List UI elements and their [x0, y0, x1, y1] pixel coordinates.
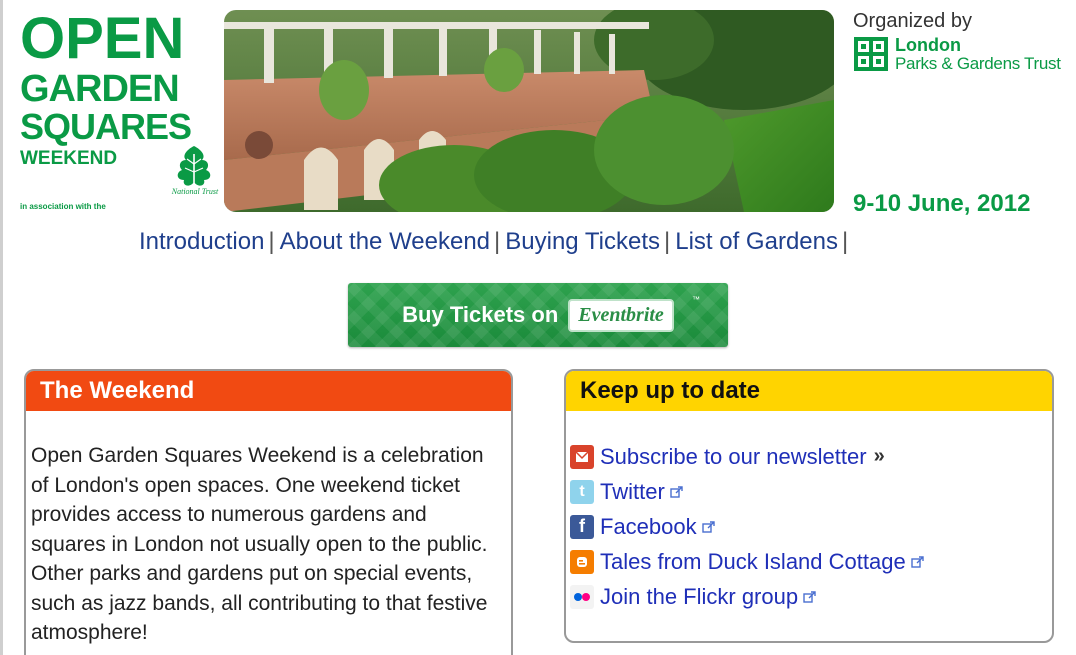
flickr-link[interactable]: Join the Flickr group [600, 584, 798, 610]
association-text: in association with the [20, 202, 106, 211]
nav-separator: | [841, 228, 849, 255]
twitter-icon: t [570, 479, 594, 504]
nav-separator: | [268, 228, 275, 255]
buy-tickets-button[interactable]: Buy Tickets on Eventbrite ™ [348, 283, 728, 347]
weekend-panel-body: Open Garden Squares Weekend is a celebra… [31, 444, 488, 644]
main-nav: Introduction | About the Weekend | Buying Ti… [139, 228, 853, 256]
nav-separator: | [664, 228, 671, 255]
trademark-mark: ™ [692, 295, 700, 304]
list-item: Join the Flickr group [570, 579, 1052, 614]
twitter-link[interactable]: Twitter [600, 479, 665, 505]
list-item: Subscribe to our newsletter » [570, 439, 1052, 474]
eventbrite-logo: Eventbrite [568, 298, 674, 332]
nav-separator: | [494, 228, 501, 255]
keep-up-to-date-panel: Keep up to date Subscribe to our newslet… [564, 369, 1054, 643]
weekend-panel-title: The Weekend [26, 371, 511, 411]
external-link-icon [911, 555, 924, 568]
nav-list-gardens[interactable]: List of Gardens [675, 228, 838, 255]
social-links-list: Subscribe to our newsletter » t Twitter … [566, 411, 1052, 614]
buy-tickets-label: Buy Tickets on [402, 302, 559, 327]
keep-panel-title: Keep up to date [566, 371, 1052, 411]
external-link-icon [701, 520, 715, 533]
organized-by-label: Organized by [853, 10, 972, 32]
nav-about-weekend[interactable]: About the Weekend [280, 228, 490, 255]
list-item: f Facebook [570, 509, 1052, 544]
event-date: 9-10 June, 2012 [853, 190, 1031, 217]
facebook-link[interactable]: Facebook [600, 514, 697, 540]
facebook-icon: f [570, 514, 594, 539]
blogger-icon [570, 549, 594, 574]
weekend-panel: The Weekend Open Garden Squares Weekend … [24, 369, 513, 655]
nav-buying-tickets[interactable]: Buying Tickets [505, 228, 660, 255]
more-arrow: » [873, 445, 885, 467]
organizer-name-line2: Parks & Gardens Trust [895, 53, 1061, 73]
page-left-border [0, 0, 3, 655]
organizer-logo[interactable]: London Parks & Gardens Trust [853, 36, 1061, 73]
logo-squares-text: SQUARES [20, 106, 192, 147]
list-item: t Twitter [570, 474, 1052, 509]
logo-open-text: OPEN [20, 6, 185, 71]
national-trust-label: National Trust [171, 187, 219, 196]
external-link-icon [670, 485, 683, 498]
logo-garden-text: GARDEN [20, 68, 180, 110]
newsletter-icon [570, 444, 594, 469]
nav-introduction[interactable]: Introduction [139, 228, 264, 255]
list-item: Tales from Duck Island Cottage [570, 544, 1052, 579]
blog-link[interactable]: Tales from Duck Island Cottage [600, 549, 906, 575]
london-parks-gardens-trust-icon [854, 37, 888, 71]
organizer-name-line1: London [895, 35, 961, 55]
flickr-icon [570, 584, 594, 609]
external-link-icon [803, 590, 816, 603]
site-logo[interactable]: OPEN GARDEN SQUARES WEEKEND in associati… [20, 10, 225, 215]
newsletter-link[interactable]: Subscribe to our newsletter [600, 444, 867, 470]
hero-garden-photo [224, 10, 834, 212]
national-trust-oakleaf-icon [177, 146, 211, 188]
